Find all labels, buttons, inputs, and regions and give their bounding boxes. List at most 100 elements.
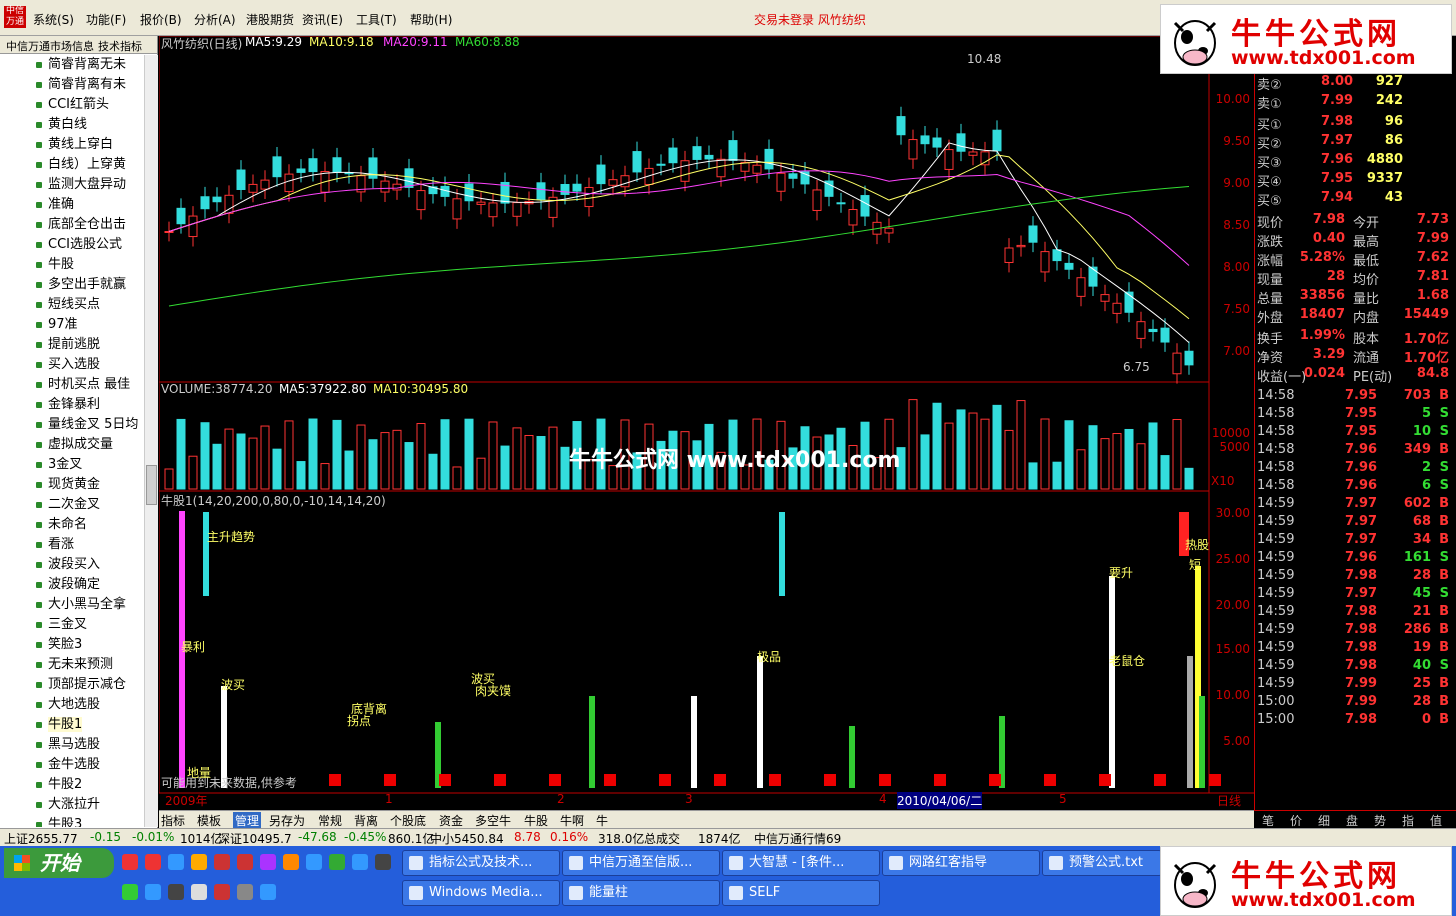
quicklaunch-icon[interactable] xyxy=(214,884,230,900)
quote-tab[interactable]: 值 xyxy=(1430,812,1442,829)
formula-item[interactable]: 现货黄金 xyxy=(0,475,144,495)
formula-item[interactable]: 未命名 xyxy=(0,515,144,535)
quicklaunch-icon[interactable] xyxy=(237,884,253,900)
formula-item[interactable]: 波段确定 xyxy=(0,575,144,595)
quote-tab[interactable]: 指 xyxy=(1402,812,1414,829)
quicklaunch-icon[interactable] xyxy=(145,854,161,870)
formula-item[interactable]: 短线买点 xyxy=(0,295,144,315)
formula-item[interactable]: 顶部提示减仓 xyxy=(0,675,144,695)
quicklaunch-icon[interactable] xyxy=(237,854,253,870)
formula-item[interactable]: 牛股2 xyxy=(0,775,144,795)
quicklaunch-icon[interactable] xyxy=(168,884,184,900)
bottom-tab[interactable]: 多空牛 xyxy=(475,812,511,829)
tab-zxwt[interactable]: 中信万通 xyxy=(6,38,50,54)
formula-item[interactable]: 看涨 xyxy=(0,535,144,555)
quicklaunch-icon[interactable] xyxy=(168,854,184,870)
formula-item[interactable]: 白线）上穿黄 xyxy=(0,155,144,175)
task-button[interactable]: 预警公式.txt xyxy=(1042,850,1162,876)
quote-tab[interactable]: 价 xyxy=(1290,812,1302,829)
formula-item[interactable]: 底部全仓出击 xyxy=(0,215,144,235)
quicklaunch-icon[interactable] xyxy=(329,854,345,870)
bottom-tab[interactable]: 常规 xyxy=(318,812,342,829)
formula-item[interactable]: 大小黑马全拿 xyxy=(0,595,144,615)
formula-item[interactable]: 笑脸3 xyxy=(0,635,144,655)
formula-item[interactable]: 波段买入 xyxy=(0,555,144,575)
quote-tab[interactable]: 势 xyxy=(1374,812,1386,829)
menu-function[interactable]: 功能(F) xyxy=(86,11,126,28)
menu-system[interactable]: 系统(S) xyxy=(33,11,74,28)
quicklaunch-icon[interactable] xyxy=(214,854,230,870)
formula-item[interactable]: 3金叉 xyxy=(0,455,144,475)
kline-chart-area[interactable]: 风竹纺织(日线) MA5:9.29 MA10:9.18 MA20:9.11 MA… xyxy=(159,35,1254,810)
quicklaunch-icon[interactable] xyxy=(260,854,276,870)
task-button[interactable]: SELF xyxy=(722,880,880,906)
quicklaunch-icon[interactable] xyxy=(145,884,161,900)
formula-item[interactable]: 无未来预测 xyxy=(0,655,144,675)
formula-item[interactable]: 监测大盘异动 xyxy=(0,175,144,195)
scroll-thumb[interactable] xyxy=(146,465,157,505)
task-button[interactable]: 能量柱 xyxy=(562,880,720,906)
bottom-tab[interactable]: 个股底 xyxy=(390,812,426,829)
formula-item[interactable]: 金锋暴利 xyxy=(0,395,144,415)
quote-tab[interactable]: 细 xyxy=(1318,812,1330,829)
task-button[interactable]: 网路红客指导 xyxy=(882,850,1040,876)
formula-item[interactable]: 金牛选股 xyxy=(0,755,144,775)
quicklaunch-icon[interactable] xyxy=(260,884,276,900)
formula-item[interactable]: 提前逃脱 xyxy=(0,335,144,355)
formula-item[interactable]: 准确 xyxy=(0,195,144,215)
formula-item[interactable]: 简睿背离有未 xyxy=(0,75,144,95)
formula-item[interactable]: 简睿背离无未 xyxy=(0,55,144,75)
tab-market-info[interactable]: 市场信息 xyxy=(50,38,94,54)
bottom-tab[interactable]: 资金 xyxy=(439,812,463,829)
quicklaunch-icon[interactable] xyxy=(283,854,299,870)
bottom-tab[interactable]: 牛 xyxy=(596,812,608,829)
formula-item[interactable]: 97准 xyxy=(0,315,144,335)
menu-quote[interactable]: 报价(B) xyxy=(140,11,182,28)
menu-hk-futures[interactable]: 港股期货 xyxy=(246,11,294,28)
bottom-tab[interactable]: 牛啊 xyxy=(560,812,584,829)
formula-item[interactable]: 黄白线 xyxy=(0,115,144,135)
formula-item[interactable]: 大地选股 xyxy=(0,695,144,715)
formula-item[interactable]: 虚拟成交量 xyxy=(0,435,144,455)
formula-item[interactable]: 牛股 xyxy=(0,255,144,275)
formula-item[interactable]: 二次金叉 xyxy=(0,495,144,515)
bottom-tab[interactable]: 管理 xyxy=(233,812,262,829)
quicklaunch-icon[interactable] xyxy=(191,854,207,870)
bottom-tab[interactable]: 模板 xyxy=(197,812,221,829)
task-button[interactable]: 中信万通至信版... xyxy=(562,850,720,876)
task-button[interactable]: 大智慧 - [条件... xyxy=(722,850,880,876)
tab-tech-index[interactable]: 技术指标 xyxy=(98,38,142,54)
formula-item[interactable]: 大涨拉升 xyxy=(0,795,144,815)
start-button[interactable]: 开始 xyxy=(4,848,114,878)
menu-tools[interactable]: 工具(T) xyxy=(356,11,397,28)
formula-item[interactable]: CCI选股公式 xyxy=(0,235,144,255)
bottom-tab[interactable]: 另存为 xyxy=(269,812,305,829)
formula-item[interactable]: 多空出手就赢 xyxy=(0,275,144,295)
quicklaunch-icon[interactable] xyxy=(122,884,138,900)
formula-item[interactable]: 三金叉 xyxy=(0,615,144,635)
formula-item[interactable]: 买入选股 xyxy=(0,355,144,375)
quicklaunch-icon[interactable] xyxy=(306,854,322,870)
sidebar-scrollbar[interactable] xyxy=(144,55,158,827)
quicklaunch-icon[interactable] xyxy=(191,884,207,900)
menu-info[interactable]: 资讯(E) xyxy=(302,11,343,28)
formula-item[interactable]: 牛股1 xyxy=(0,715,144,735)
formula-item[interactable]: 时机买点 最佳 xyxy=(0,375,144,395)
formula-item[interactable]: 牛股3 xyxy=(0,815,144,827)
formula-item[interactable]: CCI红箭头 xyxy=(0,95,144,115)
menu-help[interactable]: 帮助(H) xyxy=(410,11,452,28)
task-button[interactable]: 指标公式及技术... xyxy=(402,850,560,876)
menu-analysis[interactable]: 分析(A) xyxy=(194,11,236,28)
formula-item[interactable]: 黑马选股 xyxy=(0,735,144,755)
bottom-tab[interactable]: 指标 xyxy=(161,812,185,829)
bottom-tab[interactable]: 背离 xyxy=(354,812,378,829)
task-button[interactable]: Windows Media... xyxy=(402,880,560,906)
formula-item[interactable]: 黄线上穿白 xyxy=(0,135,144,155)
quicklaunch-icon[interactable] xyxy=(375,854,391,870)
quicklaunch-icon[interactable] xyxy=(352,854,368,870)
bottom-tab[interactable]: 牛股 xyxy=(524,812,548,829)
formula-item[interactable]: 量线金叉 5日均 xyxy=(0,415,144,435)
quicklaunch-icon[interactable] xyxy=(122,854,138,870)
quote-tab[interactable]: 盘 xyxy=(1346,812,1358,829)
quote-tab[interactable]: 笔 xyxy=(1262,812,1274,829)
